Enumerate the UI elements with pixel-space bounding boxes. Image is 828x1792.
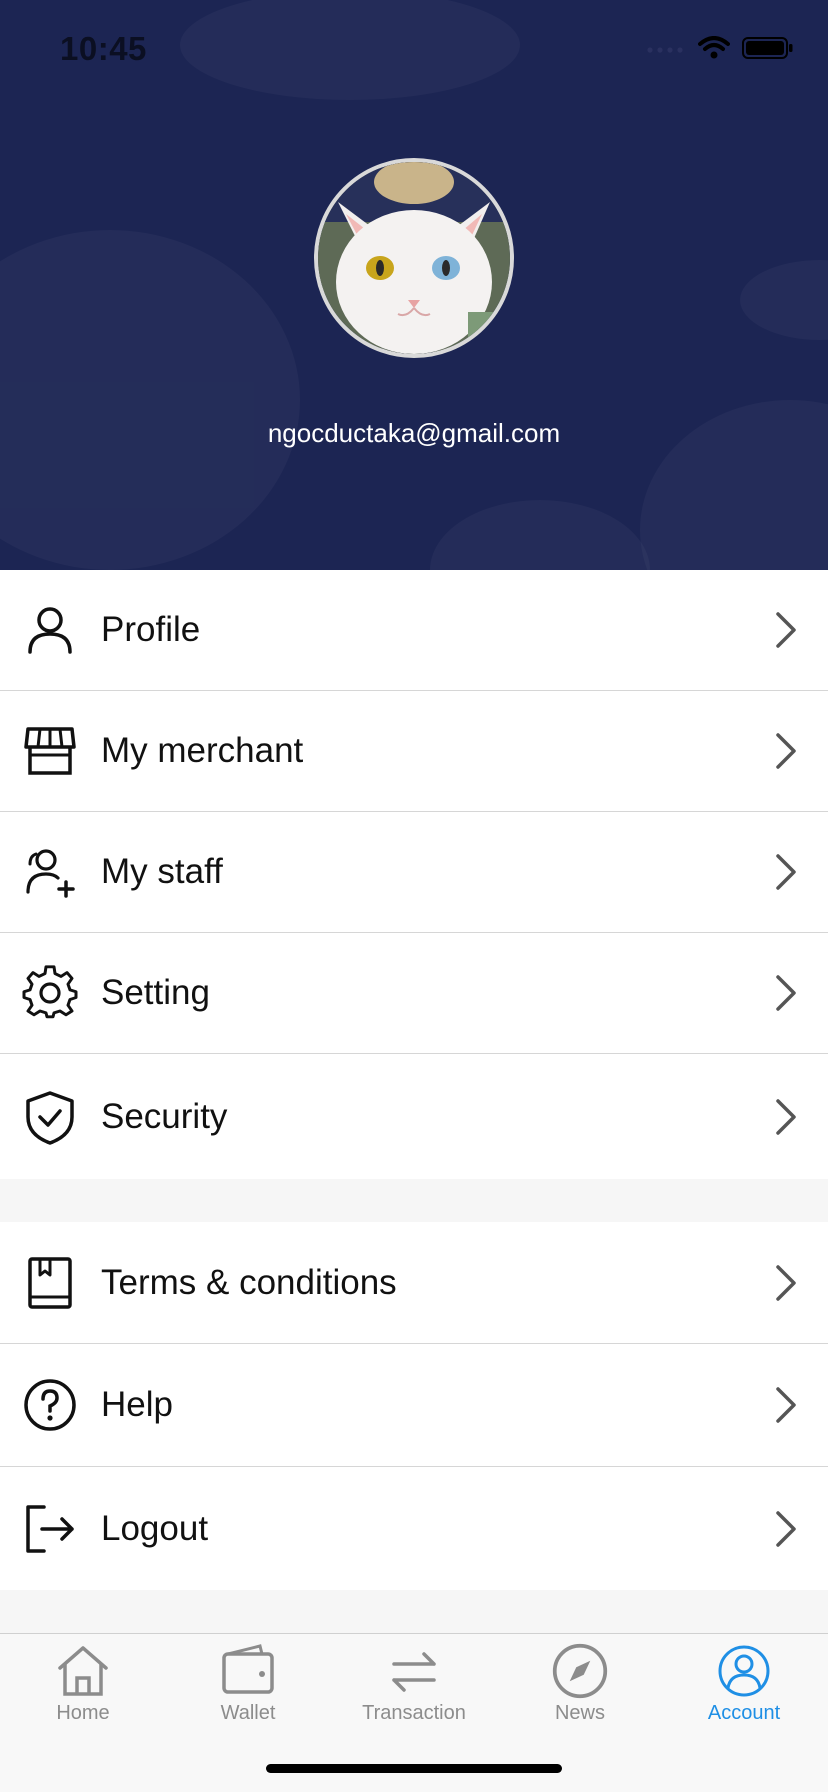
shield-check-icon xyxy=(26,1090,74,1145)
menu-item-label: My merchant xyxy=(101,731,304,770)
user-icon xyxy=(28,607,72,654)
store-icon xyxy=(24,727,76,775)
transfer-icon xyxy=(392,1652,436,1692)
tab-wallet[interactable]: Wallet xyxy=(178,1642,318,1725)
wifi-icon xyxy=(698,36,730,65)
tab-transaction[interactable]: Transaction xyxy=(344,1642,484,1725)
menu-item-profile[interactable]: Profile xyxy=(0,570,828,691)
battery-icon xyxy=(742,36,794,65)
home-indicator[interactable] xyxy=(266,1764,562,1773)
account-icon xyxy=(718,1645,770,1697)
logout-icon xyxy=(26,1504,74,1553)
chevron-right-icon xyxy=(776,1264,796,1301)
chevron-right-icon xyxy=(776,733,796,769)
avatar[interactable] xyxy=(314,158,514,358)
menu-item-terms[interactable]: Terms & conditions xyxy=(0,1222,828,1344)
book-icon xyxy=(28,1256,72,1309)
menu-item-my-staff[interactable]: My staff xyxy=(0,812,828,933)
profile-email: ngocductaka@gmail.com xyxy=(267,418,561,448)
menu-item-label: Terms & conditions xyxy=(101,1262,397,1302)
tab-label: Account xyxy=(707,1702,781,1724)
chevron-right-icon xyxy=(776,612,796,648)
chevron-right-icon xyxy=(776,854,796,890)
profile-header: 10:45 ngocductaka@gmail.com xyxy=(0,0,828,570)
tab-label: News xyxy=(554,1702,605,1724)
tab-label: Transaction xyxy=(362,1702,466,1724)
menu-group-account: Profile My merchant My staff Setting Sec… xyxy=(0,570,828,1179)
tab-account[interactable]: Account xyxy=(674,1642,814,1725)
tab-home[interactable]: Home xyxy=(13,1642,153,1725)
menu-item-setting[interactable]: Setting xyxy=(0,933,828,1054)
signal-icon xyxy=(646,42,686,60)
menu-item-logout[interactable]: Logout xyxy=(0,1467,828,1590)
gear-icon xyxy=(22,965,78,1019)
wallet-icon xyxy=(222,1644,274,1694)
menu-group-support: Terms & conditions Help Logout xyxy=(0,1222,828,1590)
menu-item-help[interactable]: Help xyxy=(0,1344,828,1467)
tab-label: Wallet xyxy=(220,1702,276,1724)
menu-item-label: Help xyxy=(101,1385,173,1424)
status-icons xyxy=(646,36,794,65)
chevron-right-icon xyxy=(776,1387,796,1423)
tab-label: Home xyxy=(56,1702,110,1724)
menu-item-label: Setting xyxy=(101,973,210,1012)
chevron-right-icon xyxy=(776,1510,796,1547)
menu-item-my-merchant[interactable]: My merchant xyxy=(0,691,828,812)
chevron-right-icon xyxy=(776,1098,796,1135)
user-add-icon xyxy=(26,849,75,898)
menu-item-label: Security xyxy=(101,1096,228,1136)
home-icon xyxy=(58,1646,108,1696)
menu-item-label: My staff xyxy=(101,852,223,891)
menu-item-label: Profile xyxy=(101,610,201,649)
menu-item-security[interactable]: Security xyxy=(0,1054,828,1179)
question-circle-icon xyxy=(24,1379,76,1431)
menu-item-label: Logout xyxy=(101,1508,209,1548)
chevron-right-icon xyxy=(776,975,796,1011)
status-time: 10:45 xyxy=(60,30,147,67)
compass-icon xyxy=(552,1643,608,1699)
tab-news[interactable]: News xyxy=(510,1642,650,1725)
